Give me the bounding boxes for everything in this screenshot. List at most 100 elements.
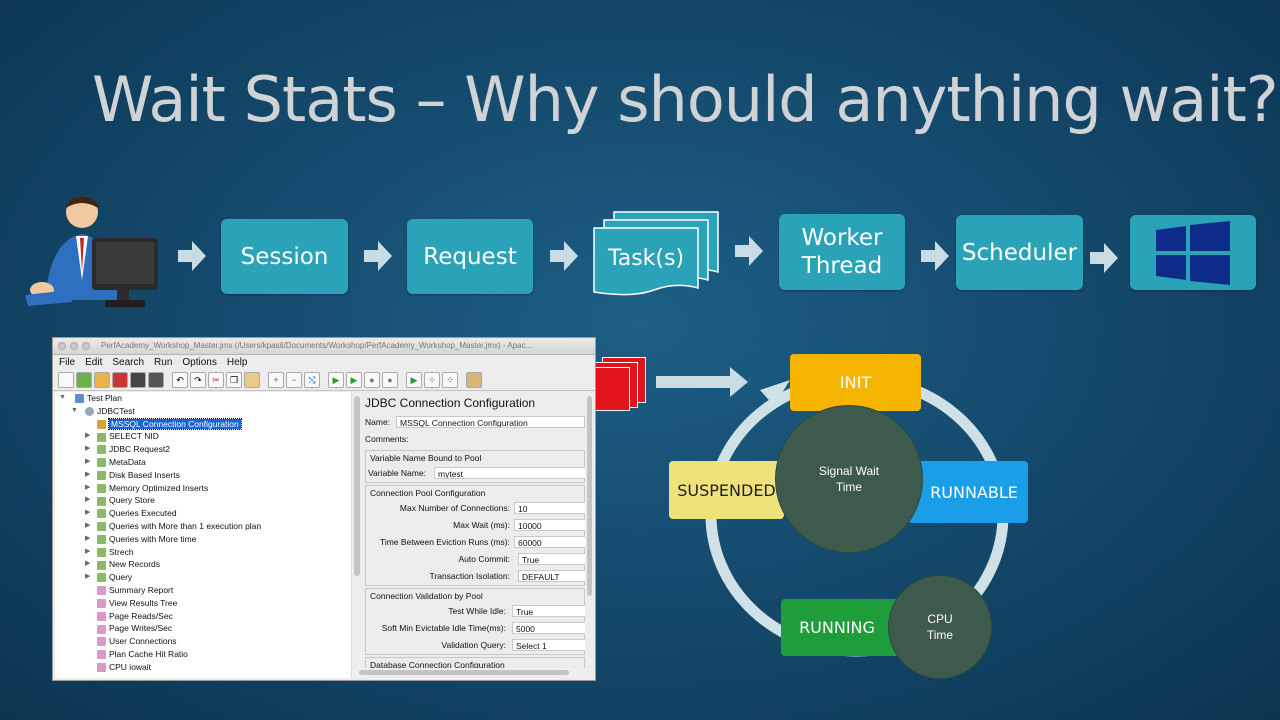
tree-item-selected[interactable]: MSSQL Connection Configuration — [55, 417, 351, 431]
collapse-icon[interactable]: − — [286, 372, 302, 388]
validation-query-field[interactable]: Select 1 — [512, 639, 585, 651]
minimize-window-button[interactable] — [70, 342, 78, 350]
variable-name-field[interactable]: mytest — [434, 467, 585, 479]
init-state: INIT — [790, 354, 921, 411]
tree-item[interactable]: Plan Cache Hit Ratio — [55, 648, 351, 661]
tree-item[interactable]: ▶ Queries with More than 1 execution plan — [55, 520, 351, 533]
auto-commit-select[interactable]: True — [518, 553, 585, 565]
expand-arrow-icon[interactable]: ▶ — [85, 469, 90, 482]
remote-stop-icon[interactable]: ⁘ — [424, 372, 440, 388]
save-icon[interactable] — [130, 372, 146, 388]
test-idle-select[interactable]: True — [512, 605, 585, 617]
runnable-state: RUNNABLE — [908, 461, 1028, 523]
remote-shutdown-icon[interactable]: ⁘ — [442, 372, 458, 388]
eviction-field[interactable]: 60000 — [514, 536, 585, 548]
variable-name-label: Variable Name: — [368, 468, 426, 478]
tree-item[interactable]: User Connections — [55, 635, 351, 648]
tree-item[interactable]: ▶ Queries with More time — [55, 533, 351, 546]
copy-icon[interactable]: ❐ — [226, 372, 242, 388]
new-icon[interactable] — [58, 372, 74, 388]
tree-item[interactable]: Page Writes/Sec — [55, 622, 351, 635]
cpu-line2: Time — [926, 628, 954, 642]
name-field[interactable]: MSSQL Connection Configuration — [396, 416, 585, 428]
expand-arrow-icon[interactable]: ▶ — [85, 494, 90, 507]
max-wait-field[interactable]: 10000 — [514, 519, 585, 531]
jmeter-window[interactable]: PerfAcademy_Workshop_Master.jmx (/Users/… — [52, 337, 596, 681]
menu-run[interactable]: Run — [154, 355, 172, 370]
menu-search[interactable]: Search — [112, 355, 144, 370]
request-label: Request — [423, 243, 517, 270]
expand-arrow-icon[interactable]: ▶ — [85, 430, 90, 443]
expand-arrow-icon[interactable]: ▶ — [85, 482, 90, 495]
config-panel: JDBC Connection Configuration Name: MSSQ… — [363, 392, 585, 678]
start-no-pauses-icon[interactable]: ▶ — [346, 372, 362, 388]
soft-min-label: Soft Min Evictable Idle Time(ms): — [381, 623, 506, 633]
tree-item[interactable]: View Results Tree — [55, 597, 351, 610]
suspended-state: SUSPENDED — [669, 461, 784, 519]
menu-help[interactable]: Help — [227, 355, 248, 370]
tree-item[interactable]: ▶ Memory Optimized Inserts — [55, 482, 351, 495]
start-icon[interactable]: ▶ — [328, 372, 344, 388]
tree-item[interactable]: Summary Report — [55, 584, 351, 597]
tree-item[interactable]: ▶ Strech — [55, 546, 351, 559]
expand-arrow-icon[interactable]: ▶ — [85, 507, 90, 520]
clear-icon[interactable] — [466, 372, 482, 388]
tree-item[interactable]: ▶ New Records — [55, 558, 351, 571]
open-icon[interactable] — [94, 372, 110, 388]
tree-item[interactable]: ▶ SELECT NID — [55, 430, 351, 443]
init-label: INIT — [839, 373, 872, 392]
collapse-arrow-icon[interactable]: ▼ — [71, 405, 78, 418]
tree-scrollbar[interactable] — [351, 392, 362, 678]
menu-file[interactable]: File — [59, 355, 75, 370]
paste-icon[interactable] — [244, 372, 260, 388]
arrow-icon — [735, 236, 763, 266]
tree-item[interactable]: ▶ Query Store — [55, 494, 351, 507]
close-file-icon[interactable] — [112, 372, 128, 388]
horizontal-scrollbar[interactable] — [353, 668, 585, 677]
arrow-icon — [178, 241, 206, 271]
max-connections-field[interactable]: 10 — [514, 502, 585, 514]
templates-icon[interactable] — [76, 372, 92, 388]
tree-item[interactable]: ▶ JDBC Request2 — [55, 443, 351, 456]
menu-options[interactable]: Options — [182, 355, 216, 370]
redo-icon[interactable]: ↷ — [190, 372, 206, 388]
close-window-button[interactable] — [58, 342, 66, 350]
expand-arrow-icon[interactable]: ▶ — [85, 558, 90, 571]
soft-min-field[interactable]: 5000 — [512, 622, 585, 634]
tree-item[interactable]: ▶ Queries Executed — [55, 507, 351, 520]
menu-edit[interactable]: Edit — [85, 355, 102, 370]
sampler-icon — [97, 471, 106, 481]
stop-icon[interactable]: ● — [364, 372, 380, 388]
expand-arrow-icon[interactable]: ▶ — [85, 571, 90, 584]
zoom-window-button[interactable] — [82, 342, 90, 350]
window-titlebar[interactable]: PerfAcademy_Workshop_Master.jmx (/Users/… — [53, 338, 595, 355]
tree-item[interactable]: ▶ Disk Based Inserts — [55, 469, 351, 482]
expand-arrow-icon[interactable]: ▶ — [85, 443, 90, 456]
save-as-icon[interactable] — [148, 372, 164, 388]
running-state: RUNNING — [781, 599, 903, 656]
tree-item[interactable]: ▶ MetaData — [55, 456, 351, 469]
tree-item[interactable]: CPU iowait — [55, 661, 351, 674]
shutdown-icon[interactable]: ● — [382, 372, 398, 388]
cut-icon[interactable]: ✂ — [208, 372, 224, 388]
expand-icon[interactable]: + — [268, 372, 284, 388]
running-label: RUNNING — [799, 618, 875, 637]
expand-arrow-icon[interactable]: ▶ — [85, 533, 90, 546]
tree-item[interactable]: ▼ JDBCTest — [55, 405, 351, 418]
sampler-icon — [97, 458, 106, 468]
expand-arrow-icon[interactable]: ▶ — [85, 546, 90, 559]
isolation-select[interactable]: DEFAULT — [518, 570, 585, 582]
expand-arrow-icon[interactable]: ▶ — [85, 520, 90, 533]
expand-arrow-icon[interactable]: ▶ — [85, 456, 90, 469]
undo-icon[interactable]: ↶ — [172, 372, 188, 388]
remote-start-icon[interactable]: ▶ — [406, 372, 422, 388]
collapse-arrow-icon[interactable]: ▼ — [59, 392, 66, 405]
panel-scrollbar[interactable] — [585, 392, 594, 678]
test-plan-tree[interactable]: ▼ Test Plan ▼ JDBCTest MSSQL Connection … — [55, 392, 351, 678]
tree-item[interactable]: ▼ Test Plan — [55, 392, 351, 405]
comments-field[interactable] — [413, 433, 585, 445]
tree-item[interactable]: Page Reads/Sec — [55, 610, 351, 623]
listener-icon — [97, 599, 106, 608]
toggle-icon[interactable]: ⤭ — [304, 372, 320, 388]
tree-item[interactable]: ▶ Query — [55, 571, 351, 584]
